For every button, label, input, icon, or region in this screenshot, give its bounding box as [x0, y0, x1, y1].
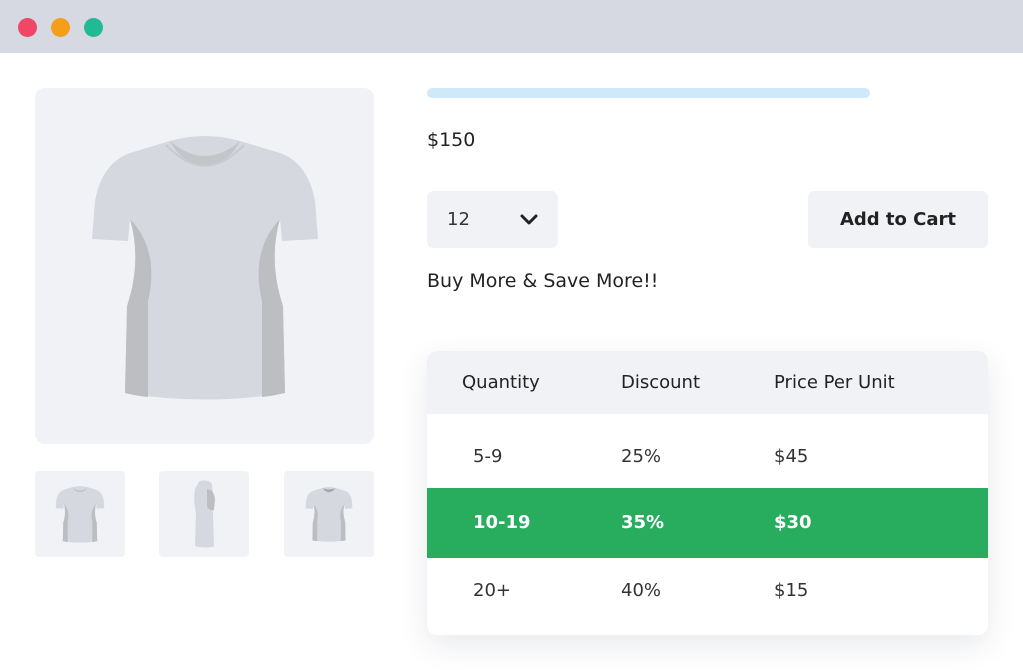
header-discount: Discount	[621, 372, 701, 393]
cell-quantity: 10-19	[473, 512, 531, 533]
cell-price: $15	[774, 580, 809, 601]
table-row: 20+ 40% $15	[427, 558, 988, 628]
tshirt-front-icon	[55, 486, 105, 543]
cell-quantity: 20+	[473, 580, 511, 601]
tshirt-side-icon	[194, 480, 215, 548]
header-quantity: Quantity	[462, 372, 540, 393]
quantity-value: 12	[447, 209, 470, 230]
window-titlebar	[0, 0, 1023, 53]
thumbnail-side[interactable]	[159, 471, 249, 557]
cell-price: $30	[774, 512, 812, 533]
header-price-per-unit: Price Per Unit	[774, 372, 895, 393]
table-row-highlighted: 10-19 35% $30	[427, 488, 988, 558]
cell-discount: 25%	[621, 446, 662, 467]
minimize-window-button[interactable]	[51, 18, 70, 37]
tshirt-back-icon	[305, 487, 353, 542]
close-window-button[interactable]	[18, 18, 37, 37]
product-price: $150	[427, 129, 476, 151]
chevron-down-icon	[520, 214, 538, 224]
promo-text: Buy More & Save More!!	[427, 270, 659, 292]
cell-price: $45	[774, 446, 809, 467]
cell-discount: 40%	[621, 580, 662, 601]
discount-table: Quantity Discount Price Per Unit 5-9 25%…	[427, 351, 988, 635]
thumbnail-back[interactable]	[284, 471, 374, 557]
product-main-image	[35, 88, 374, 444]
cell-quantity: 5-9	[473, 446, 503, 467]
thumbnail-front[interactable]	[35, 471, 125, 557]
tshirt-front-icon	[91, 136, 318, 400]
table-row: 5-9 25% $45	[427, 414, 988, 488]
maximize-window-button[interactable]	[84, 18, 103, 37]
product-title-placeholder	[427, 88, 870, 98]
cell-discount: 35%	[621, 512, 665, 533]
quantity-select[interactable]: 12	[427, 191, 558, 248]
add-to-cart-button[interactable]: Add to Cart	[808, 191, 988, 248]
table-header: Quantity Discount Price Per Unit	[427, 351, 988, 414]
